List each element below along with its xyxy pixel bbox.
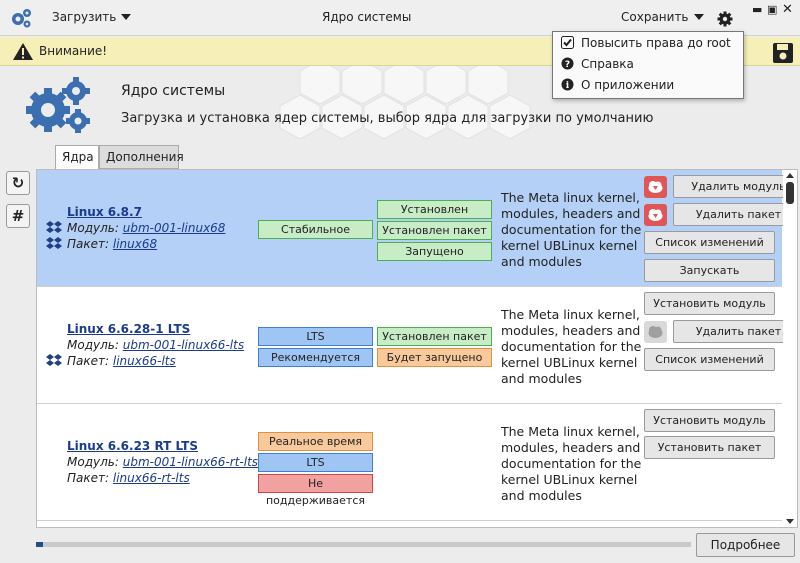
scrollbar-thumb[interactable]	[786, 182, 794, 204]
module-label: Модуль:	[67, 221, 119, 235]
kernel-module-line: Модуль: ubm-001-linux66-rt-lts	[67, 455, 258, 469]
svg-text:?: ?	[565, 60, 570, 70]
settings-gear-icon[interactable]	[717, 11, 733, 27]
chevron-down-icon	[693, 14, 704, 20]
save-disk-icon[interactable]	[772, 42, 794, 64]
package-link[interactable]: linux66-rt-lts	[113, 471, 190, 485]
kernel-name-link[interactable]: Linux 6.6.28-1 LTS	[67, 322, 190, 336]
kernel-package-line: Пакет: linux66-rt-lts	[67, 471, 190, 485]
kernel-row[interactable]: Linux 6.6.28-1 LTS Модуль: ubm-001-linux…	[37, 287, 797, 404]
kernel-row[interactable]: Linux 6.8.7 Модуль: ubm-001-linux68 Паке…	[37, 170, 797, 287]
kernel-package-line: Пакет: linux68	[67, 237, 157, 251]
kernel-list[interactable]: Linux 6.8.7 Модуль: ubm-001-linux68 Паке…	[36, 169, 798, 528]
module-link[interactable]: ubm-001-linux66-rt-lts	[123, 455, 258, 469]
refresh-icon: ↻	[11, 174, 25, 192]
status-badge: Не поддерживается	[258, 474, 373, 507]
refresh-button[interactable]: ↻	[6, 171, 30, 195]
svg-text:i: i	[566, 81, 570, 91]
kernel-description: The Meta linux kernel, modules, headers …	[501, 190, 642, 269]
scroll-up-icon[interactable]	[786, 173, 794, 178]
header-title: Ядро системы	[121, 83, 226, 99]
tab-kernels[interactable]: Ядра	[55, 145, 99, 170]
status-badge: Запущено	[377, 242, 492, 261]
module-link[interactable]: ubm-001-linux66-lts	[123, 338, 244, 352]
load-menu-label: Загрузить	[52, 10, 117, 24]
run-button[interactable]: Запускать	[644, 259, 775, 282]
module-label: Модуль:	[67, 455, 119, 469]
menu-item-root[interactable]: Повысить права до root	[553, 33, 743, 54]
header-subtitle: Загрузка и установка ядер системы, выбор…	[121, 111, 654, 126]
kernel-name-link[interactable]: Linux 6.8.7	[67, 205, 142, 219]
list-scrollbar[interactable]	[783, 170, 797, 527]
install-module-button[interactable]: Установить модуль	[644, 292, 775, 315]
menu-item-label: Повысить права до root	[581, 36, 731, 50]
kernel-module-line: Модуль: ubm-001-linux66-lts	[67, 338, 244, 352]
install-package-button[interactable]: Установить пакет	[644, 436, 775, 459]
save-dropdown-menu: Повысить права до root ? Справка i О при…	[552, 31, 744, 99]
minimize-icon[interactable]: ▬	[752, 4, 762, 15]
dropbox-icon	[46, 221, 62, 249]
menu-item-help[interactable]: ? Справка	[553, 54, 743, 75]
status-badge: Стабильное	[258, 220, 373, 239]
hexagon-background-icon	[279, 66, 531, 140]
help-icon: ?	[561, 57, 574, 70]
kernel-module-line: Модуль: ubm-001-linux68	[67, 221, 225, 235]
menu-item-label: Справка	[581, 57, 634, 71]
install-module-button[interactable]: Установить модуль	[644, 409, 775, 432]
status-badge: Установлен пакет	[377, 327, 492, 346]
tab-addons[interactable]: Дополнения	[99, 145, 184, 169]
window-title: Ядро системы	[322, 10, 412, 24]
app-gears-icon	[12, 9, 31, 28]
kernel-description: The Meta linux kernel, modules, headers …	[501, 307, 642, 386]
scroll-down-icon[interactable]	[786, 519, 794, 524]
save-menu-label: Сохранить	[621, 10, 689, 24]
package-label: Пакет:	[67, 237, 110, 251]
checkbox-checked-icon	[561, 36, 574, 49]
kernel-description: The Meta linux kernel, modules, headers …	[501, 424, 642, 503]
package-link[interactable]: linux66-lts	[113, 354, 176, 368]
progress-bar	[36, 542, 691, 547]
kernel-gears-icon	[26, 77, 90, 133]
close-icon[interactable]: ✕	[782, 3, 793, 16]
status-badge: Установлен пакет	[377, 221, 492, 240]
status-badge: LTS	[258, 453, 373, 472]
status-badge: Реальное время	[258, 432, 373, 451]
module-label: Модуль:	[67, 338, 119, 352]
chevron-down-icon	[121, 14, 132, 20]
status-badge: Установлен модуль	[377, 200, 492, 233]
package-link[interactable]: linux68	[113, 237, 157, 251]
changelog-button[interactable]: Список изменений	[644, 348, 775, 371]
cloud-download-icon[interactable]	[644, 176, 667, 198]
dropbox-icon	[46, 354, 62, 366]
details-button[interactable]: Подробнее	[696, 533, 795, 557]
remove-package-button[interactable]: Удалить пакет	[673, 203, 797, 226]
menu-item-about[interactable]: i О приложении	[553, 75, 743, 96]
kernel-name-link[interactable]: Linux 6.6.23 RT LTS	[67, 439, 198, 453]
package-label: Пакет:	[67, 471, 110, 485]
remove-package-button[interactable]: Удалить пакет	[673, 320, 797, 343]
changelog-button[interactable]: Список изменений	[644, 231, 775, 254]
hash-icon: #	[11, 207, 25, 225]
maximize-icon[interactable]: ▣	[767, 4, 777, 15]
warning-text: Внимание!	[39, 44, 108, 58]
status-badge: Рекомендуется	[258, 348, 373, 367]
status-badge: LTS	[258, 327, 373, 346]
menu-item-label: О приложении	[581, 78, 675, 92]
kernel-package-line: Пакет: linux66-lts	[67, 354, 176, 368]
save-menu-button[interactable]: Сохранить	[621, 10, 704, 24]
load-menu-button[interactable]: Загрузить	[52, 10, 132, 24]
warning-icon	[13, 43, 33, 60]
info-icon: i	[561, 78, 574, 91]
progress-fill	[36, 542, 43, 547]
status-badge: Будет запущено	[377, 348, 492, 367]
module-link[interactable]: ubm-001-linux68	[123, 221, 226, 235]
package-label: Пакет:	[67, 354, 110, 368]
kernel-row[interactable]: Linux 6.6.23 RT LTS Модуль: ubm-001-linu…	[37, 404, 782, 521]
hash-button[interactable]: #	[6, 204, 30, 228]
remove-module-button[interactable]: Удалить модуль	[673, 175, 797, 198]
cloud-download-icon	[644, 321, 667, 343]
cloud-download-icon[interactable]	[644, 204, 667, 226]
